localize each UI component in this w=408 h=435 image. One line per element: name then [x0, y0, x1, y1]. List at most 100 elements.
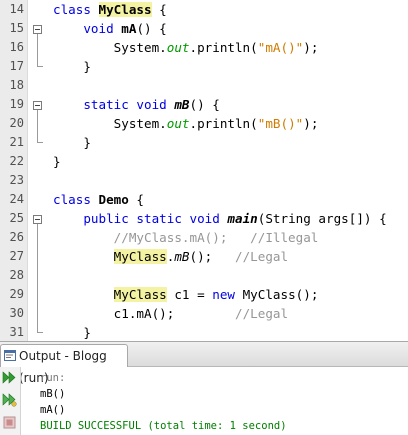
line-number: 18: [9, 78, 24, 92]
code-text: static void mB() {: [53, 95, 220, 114]
line-number: 15: [9, 21, 24, 35]
output-line: mA(): [40, 404, 66, 416]
code-token: );: [303, 40, 319, 55]
code-token: void: [83, 21, 122, 36]
code-line[interactable]: 29 MyClass c1 = new MyClass();: [0, 285, 408, 304]
output-console[interactable]: run: mB() mA() BUILD SUCCESSFUL (total time…: [40, 370, 287, 434]
line-number: 30: [9, 306, 24, 320]
code-token: .println(: [189, 116, 258, 131]
code-token: out: [166, 116, 190, 131]
code-token: () {: [136, 21, 167, 36]
code-token: //MyClass.mA(); //Illegal: [113, 230, 319, 245]
code-text: //MyClass.mA(); //Illegal: [53, 228, 319, 247]
code-token: ();: [189, 249, 236, 264]
code-token: () {: [189, 97, 220, 112]
code-token: {: [151, 2, 167, 17]
code-line[interactable]: 30 c1.mA(); //Legal: [0, 304, 408, 323]
code-token: public static void: [83, 211, 228, 226]
code-text: c1.mA(); //Legal: [53, 304, 288, 323]
code-token: }: [53, 154, 61, 169]
code-line[interactable]: 16 System.out.println("mA()");: [0, 38, 408, 57]
code-text: System.out.println("mB()");: [53, 114, 319, 133]
line-number: 24: [9, 192, 24, 206]
code-line[interactable]: 27 MyClass.mB(); //Legal: [0, 247, 408, 266]
output-tab-bar: Output - Blogg (run): [0, 341, 408, 385]
code-text: void mA() {: [53, 19, 167, 38]
code-token: "mB()": [257, 116, 304, 131]
fold-toggle-icon[interactable]: [33, 25, 42, 34]
fold-toggle-icon[interactable]: [33, 101, 42, 110]
stop-icon[interactable]: [2, 415, 17, 430]
fold-guide-line: [37, 110, 38, 142]
code-line[interactable]: 31 }: [0, 323, 408, 341]
code-token: }: [53, 325, 91, 340]
fold-end-marker: [37, 142, 43, 143]
code-text: }: [53, 133, 91, 152]
line-number: 16: [9, 40, 24, 54]
code-line[interactable]: 23: [0, 171, 408, 190]
line-number: 21: [9, 135, 24, 149]
code-line[interactable]: 22}: [0, 152, 408, 171]
code-text: public static void main(String args[]) {: [53, 209, 387, 228]
fold-guide-line: [37, 34, 38, 66]
fold-toggle-icon[interactable]: [33, 215, 42, 224]
line-number: 19: [9, 97, 24, 111]
code-token: {: [128, 192, 145, 207]
code-text: System.out.println("mA()");: [53, 38, 319, 57]
code-token: );: [303, 116, 319, 131]
code-token: System.: [53, 116, 167, 131]
fold-end-marker: [37, 66, 43, 67]
code-token: //Legal: [234, 306, 289, 321]
code-token: MyClass: [98, 2, 152, 17]
code-text: }: [53, 152, 61, 171]
output-toolbar: [0, 367, 21, 435]
code-token: }: [53, 59, 91, 74]
line-number: 25: [9, 211, 24, 225]
line-number: 14: [9, 2, 24, 16]
code-token: MyClass: [113, 249, 167, 264]
rerun-with-options-icon[interactable]: [2, 392, 17, 407]
code-line[interactable]: 28: [0, 266, 408, 285]
code-line[interactable]: 21 }: [0, 133, 408, 152]
code-line[interactable]: 18: [0, 76, 408, 95]
code-line[interactable]: 26 //MyClass.mA(); //Illegal: [0, 228, 408, 247]
code-line[interactable]: 14 class MyClass {: [0, 0, 408, 19]
code-token: class: [53, 2, 99, 17]
code-line[interactable]: 15 void mA() {: [0, 19, 408, 38]
code-line[interactable]: 20 System.out.println("mB()");: [0, 114, 408, 133]
code-line[interactable]: 25 public static void main(String args[]…: [0, 209, 408, 228]
code-token: .println(: [189, 40, 258, 55]
line-number: 31: [9, 325, 24, 339]
code-token: static void: [83, 97, 175, 112]
code-line[interactable]: 24 class Demo {: [0, 190, 408, 209]
line-number: 20: [9, 116, 24, 130]
line-number: 28: [9, 268, 24, 282]
code-token: (String args[]) {: [257, 211, 387, 226]
code-text: MyClass c1 = new MyClass();: [53, 285, 318, 304]
code-token: mB: [174, 249, 190, 264]
code-token: mB: [174, 97, 190, 112]
line-number: 23: [9, 173, 24, 187]
output-line: mB(): [40, 388, 66, 400]
code-token: //Legal: [235, 249, 289, 264]
rerun-icon[interactable]: [2, 370, 17, 385]
code-line[interactable]: 17 }: [0, 57, 408, 76]
output-line: run:: [40, 372, 66, 384]
line-number: 27: [9, 249, 24, 263]
code-token: MyClass: [113, 287, 167, 302]
code-editor[interactable]: 14 class MyClass {15 void mA() {16 System…: [0, 0, 408, 341]
line-number: 17: [9, 59, 24, 73]
code-line[interactable]: 19 static void mB() {: [0, 95, 408, 114]
line-number: 22: [9, 154, 24, 168]
code-token: out: [166, 40, 190, 55]
code-token: System.: [53, 40, 167, 55]
code-text: }: [53, 57, 91, 76]
code-text: }: [53, 323, 91, 341]
code-token: c1 =: [166, 287, 213, 302]
code-token: c1.mA();: [53, 306, 235, 321]
code-text: MyClass.mB(); //Legal: [53, 247, 288, 266]
output-tab[interactable]: Output - Blogg (run): [0, 344, 128, 385]
